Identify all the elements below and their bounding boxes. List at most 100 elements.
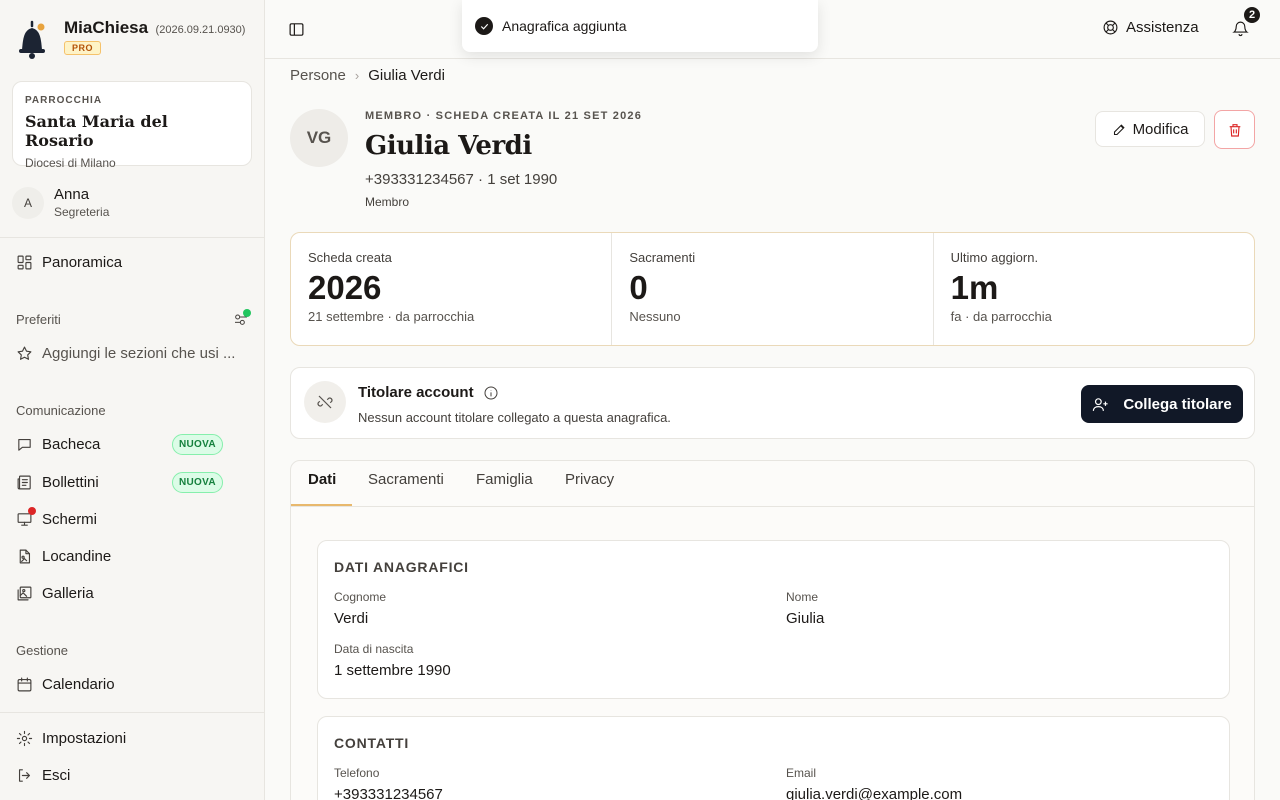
user-role: Segreteria bbox=[54, 205, 110, 219]
delete-button[interactable] bbox=[1214, 110, 1255, 149]
sidebar-toggle-button[interactable] bbox=[288, 21, 306, 39]
notification-count-badge: 2 bbox=[1242, 5, 1262, 25]
star-icon bbox=[17, 346, 32, 360]
sidebar-item-label: Impostazioni bbox=[42, 729, 127, 747]
field-telefono: Telefono +393331234567 bbox=[334, 766, 443, 800]
user-profile[interactable]: A Anna Segreteria bbox=[12, 186, 109, 219]
stat-card: Ultimo aggiorn. 1m fa · da parrocchia bbox=[934, 233, 1254, 345]
sidebar-item-locandine[interactable]: Locandine bbox=[16, 544, 246, 568]
notifications-button[interactable]: 2 bbox=[1232, 5, 1262, 40]
sidebar-item-label: Bollettini bbox=[42, 473, 99, 491]
stat-value: 2026 bbox=[308, 269, 382, 306]
brand[interactable]: MiaChiesa (2026.09.21.0930) PRO bbox=[16, 18, 245, 62]
sidebar-item-bacheca[interactable]: Bacheca NUOVA bbox=[16, 432, 246, 456]
breadcrumb-link-persone[interactable]: Persone bbox=[290, 67, 346, 84]
sidebar-item-add-favorites[interactable]: Aggiungi le sezioni che usi ... bbox=[16, 341, 246, 365]
account-holder-title: Titolare account bbox=[358, 384, 499, 401]
alert-dot bbox=[28, 506, 36, 515]
sidebar-item-label: Aggiungi le sezioni che usi ... bbox=[42, 344, 236, 362]
stat-value: 1m bbox=[950, 269, 999, 306]
field-label: Email bbox=[786, 766, 817, 780]
tab-dati[interactable]: Dati bbox=[308, 471, 336, 507]
tab-famiglia[interactable]: Famiglia bbox=[476, 471, 533, 507]
chevron-right-icon: › bbox=[354, 68, 360, 83]
calendar-icon bbox=[17, 677, 32, 691]
stat-label: Scheda creata bbox=[308, 250, 392, 265]
link-holder-button[interactable]: Collega titolare bbox=[1081, 385, 1243, 423]
edit-button-label: Modifica bbox=[1132, 120, 1189, 138]
stat-value: 0 bbox=[629, 269, 648, 306]
images-icon bbox=[17, 586, 32, 600]
stat-card: Sacramenti 0 Nessuno bbox=[612, 233, 934, 345]
favorites-section-label: Preferiti bbox=[16, 312, 61, 327]
lifebuoy-icon bbox=[1103, 20, 1118, 35]
account-holder-description: Nessun account titolare collegato a ques… bbox=[358, 410, 671, 425]
stat-sub: 21 settembre · da parrocchia bbox=[308, 309, 475, 324]
person-avatar: VG bbox=[290, 109, 348, 167]
field-label: Cognome bbox=[334, 590, 387, 604]
new-badge: NUOVA bbox=[172, 471, 223, 493]
parish-name: Santa Maria del Rosario bbox=[25, 112, 168, 150]
tab-privacy[interactable]: Privacy bbox=[565, 471, 614, 507]
details-tabs-card: Dati Sacramenti Famiglia Privacy DATI AN… bbox=[290, 460, 1255, 800]
file-image-icon bbox=[19, 549, 31, 563]
tab-sacramenti[interactable]: Sacramenti bbox=[368, 471, 444, 507]
field-value: 1 settembre 1990 bbox=[334, 662, 451, 679]
info-icon[interactable] bbox=[483, 385, 499, 401]
field-label: Telefono bbox=[334, 766, 380, 780]
sidebar-item-panoramica[interactable]: Panoramica bbox=[16, 250, 246, 274]
field-label: Nome bbox=[786, 590, 819, 604]
sidebar-item-label: Bacheca bbox=[42, 435, 101, 453]
sidebar-item-label: Panoramica bbox=[42, 253, 123, 271]
breadcrumb: Persone › Giulia Verdi bbox=[290, 67, 445, 84]
gear-icon bbox=[16, 730, 33, 746]
edit-button[interactable]: Modifica bbox=[1095, 111, 1205, 147]
sidebar-item-bollettini[interactable]: Bollettini NUOVA bbox=[16, 470, 246, 494]
sidebar-divider bbox=[0, 712, 265, 713]
status-dot bbox=[243, 309, 251, 317]
person-role: Membro bbox=[365, 195, 410, 209]
section-title: CONTATTI bbox=[334, 735, 410, 751]
check-circle-icon bbox=[475, 17, 493, 35]
toast-message: Anagrafica aggiunta bbox=[502, 18, 627, 34]
sidebar-item-esci[interactable]: Esci bbox=[16, 763, 246, 787]
field-cognome: Cognome Verdi bbox=[334, 590, 386, 627]
parish-card[interactable]: PARROCCHIA Santa Maria del Rosario Dioce… bbox=[12, 81, 252, 170]
sidebar-item-label: Locandine bbox=[42, 547, 112, 565]
field-label: Data di nascita bbox=[334, 642, 414, 656]
active-tab-indicator bbox=[291, 504, 352, 506]
sidebar-item-label: Schermi bbox=[42, 510, 98, 528]
favorites-settings-button[interactable] bbox=[233, 309, 251, 329]
personal-data-section: DATI ANAGRAFICI Cognome Verdi Nome Giuli… bbox=[317, 540, 1230, 699]
section-title: DATI ANAGRAFICI bbox=[334, 559, 469, 575]
user-plus-icon bbox=[1093, 397, 1108, 411]
user-name: Anna bbox=[54, 186, 90, 203]
breadcrumb-current: Giulia Verdi bbox=[368, 67, 445, 84]
field-data-nascita: Data di nascita 1 settembre 1990 bbox=[334, 642, 451, 679]
sidebar-item-calendario[interactable]: Calendario bbox=[16, 672, 246, 696]
link-off-icon bbox=[304, 381, 346, 423]
management-section-label: Gestione bbox=[16, 643, 69, 658]
stat-sub: Nessuno bbox=[629, 309, 681, 324]
sidebar-item-impostazioni[interactable]: Impostazioni bbox=[16, 726, 246, 750]
stat-label: Ultimo aggiorn. bbox=[950, 250, 1039, 265]
sidebar-item-label: Calendario bbox=[42, 675, 115, 693]
assistance-button[interactable]: Assistenza bbox=[1102, 19, 1199, 36]
sidebar: MiaChiesa (2026.09.21.0930) PRO PARROCCH… bbox=[0, 0, 265, 800]
sidebar-item-galleria[interactable]: Galleria bbox=[16, 581, 246, 605]
stat-card: Scheda creata 2026 21 settembre · da par… bbox=[291, 233, 613, 345]
contacts-section: CONTATTI Telefono +393331234567 Email gi… bbox=[317, 716, 1230, 800]
parish-label: PARROCCHIA bbox=[25, 95, 103, 106]
field-value: Verdi bbox=[334, 610, 369, 627]
link-holder-button-label: Collega titolare bbox=[1123, 395, 1232, 413]
sidebar-divider bbox=[0, 237, 265, 238]
grid-icon bbox=[17, 255, 32, 269]
stat-sub: fa · da parrocchia bbox=[950, 309, 1052, 324]
sidebar-item-schermi[interactable]: Schermi bbox=[16, 506, 246, 531]
sidebar-item-label: Galleria bbox=[42, 584, 94, 602]
person-name: Giulia Verdi bbox=[365, 131, 532, 161]
field-value: giulia.verdi@example.com bbox=[786, 786, 963, 800]
communication-section-label: Comunicazione bbox=[16, 403, 106, 418]
account-holder-title-text: Titolare account bbox=[358, 384, 474, 401]
sidebar-item-label: Esci bbox=[42, 766, 71, 784]
